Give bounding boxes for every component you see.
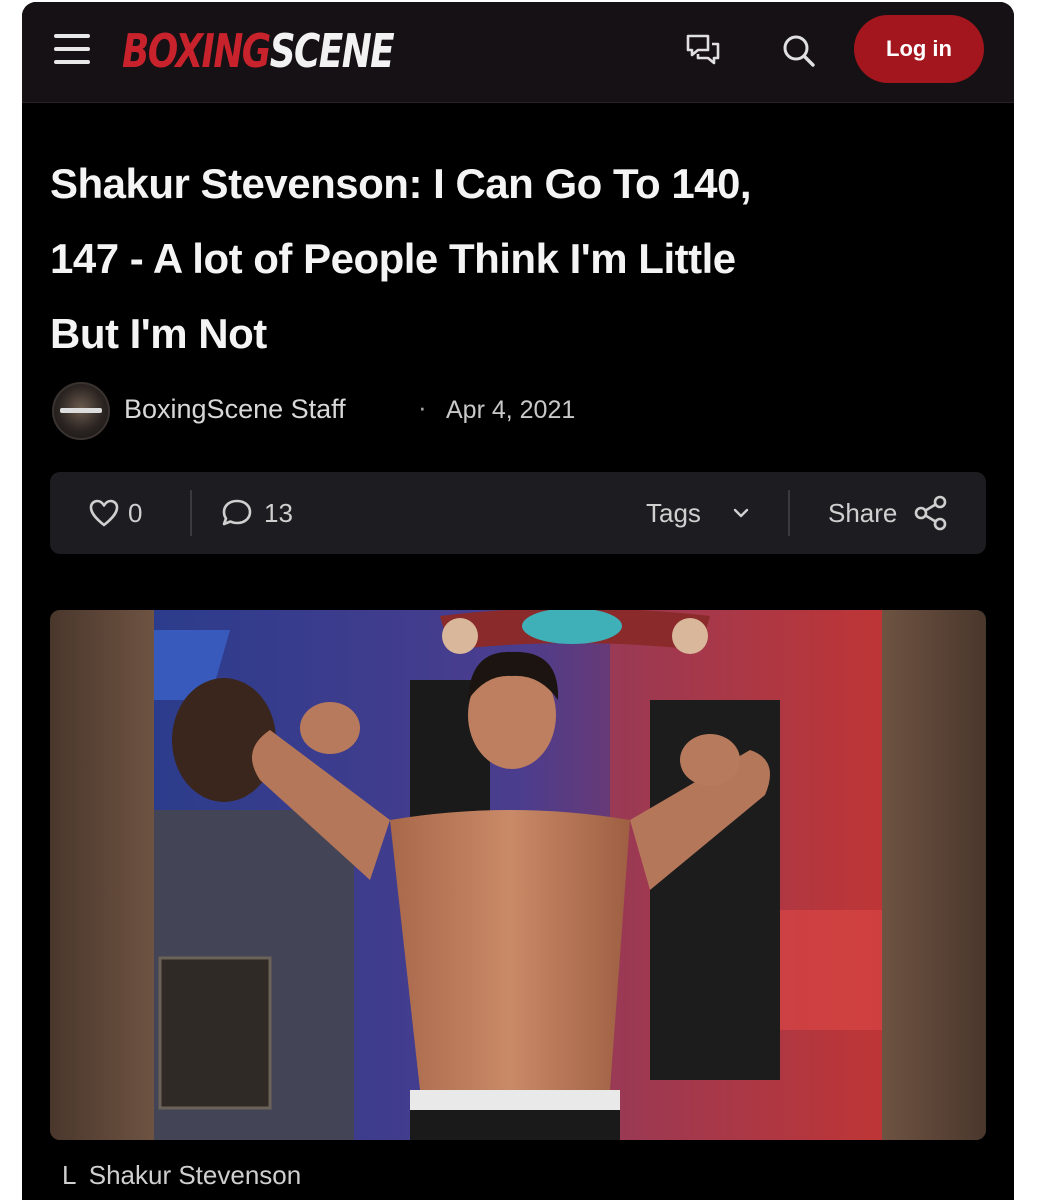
author-avatar[interactable] [52,382,110,440]
site-header: BOXINGSCENE Log in [22,2,1014,103]
comment-count: 13 [264,497,293,528]
logo-part-boxing: BOXING [122,24,271,78]
share-button[interactable]: Share [828,472,951,554]
author-name[interactable]: BoxingScene Staff [124,394,346,425]
menu-icon[interactable] [54,32,90,66]
publish-date: Apr 4, 2021 [446,396,576,424]
tags-label: Tags [646,497,701,528]
share-label: Share [828,497,898,528]
meta-separator: · [418,392,427,422]
caption-marker: L [62,1160,76,1190]
divider [788,490,790,536]
boxer-weigh-in-image [50,610,986,1140]
article-action-bar: 0 13 Tags Share [50,472,986,554]
login-button[interactable]: Log in [854,15,984,83]
tags-dropdown[interactable]: Tags [646,472,751,554]
photo-caption: L Shakur Stevenson [62,1160,301,1191]
like-count: 0 [128,497,143,528]
chat-icon[interactable] [682,30,724,72]
like-button[interactable]: 0 [88,472,142,554]
chevron-down-icon [733,508,749,518]
article-photo[interactable] [50,610,986,1140]
title-line: But I'm Not [50,310,267,357]
title-line: Shakur Stevenson: I Can Go To 140, [50,160,752,207]
app-frame: BOXINGSCENE Log in Shakur Stevenson: I C… [22,2,1014,1200]
comments-button[interactable]: 13 [220,472,293,554]
caption-text: Shakur Stevenson [88,1160,302,1190]
title-line: 147 - A lot of People Think I'm Little [50,235,736,282]
search-icon[interactable] [778,30,820,72]
heart-icon [89,499,119,527]
share-icon [915,495,947,531]
logo-part-scene: SCENE [269,24,395,78]
divider [190,490,192,536]
comment-icon [222,499,252,526]
site-logo[interactable]: BOXINGSCENE [122,24,395,78]
article-title: Shakur Stevenson: I Can Go To 140, 147 -… [50,146,950,371]
